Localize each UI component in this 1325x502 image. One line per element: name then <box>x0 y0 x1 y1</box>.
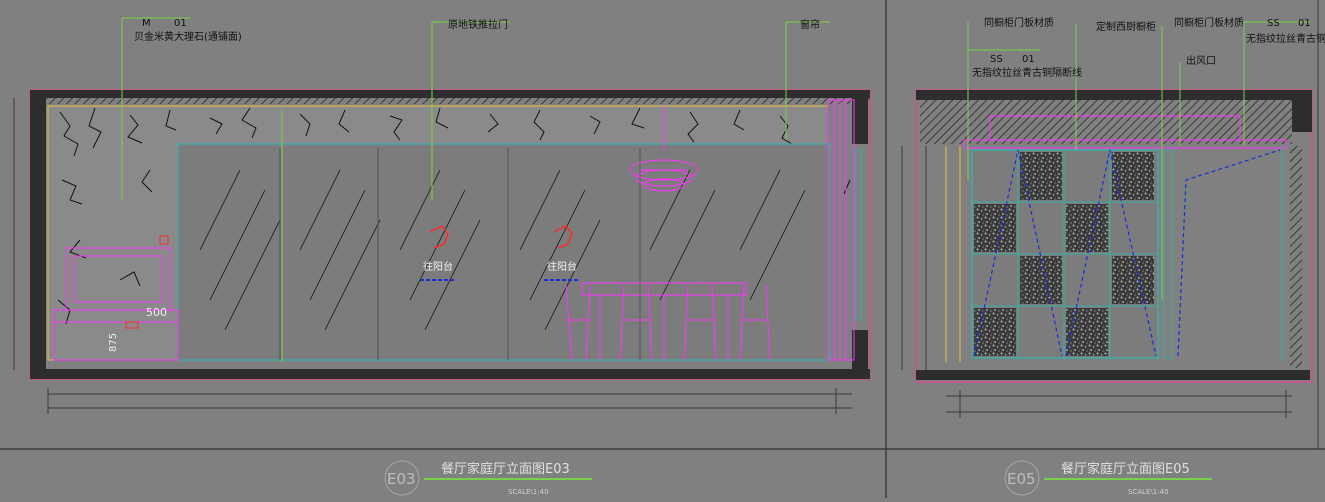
marble-description: 贝金米黄大理石(通铺面) <box>134 30 242 43</box>
sliding-door-label: 原地铁推拉门 <box>448 18 508 31</box>
ss-number-left: 01 <box>1022 54 1035 65</box>
ss-code-right: SS <box>1267 18 1280 29</box>
cabinet-material-note-left: 同橱柜门板材质 <box>984 16 1054 29</box>
arrow-label-1: 往阳台 <box>423 260 453 273</box>
e05-code: E05 <box>1007 470 1036 488</box>
dim-500: 500 <box>146 306 167 319</box>
e03-ceiling-slab <box>30 90 870 98</box>
dim-875: 875 <box>108 333 119 352</box>
ss-description-left: 无指纹拉丝青古铜隔断线 <box>972 66 1082 79</box>
arrow-label-2: 往阳台 <box>547 260 577 273</box>
marble-number: 01 <box>174 18 187 29</box>
e05-top-slab <box>916 90 1310 100</box>
custom-cabinet-note: 定制西厨橱柜 <box>1096 20 1156 33</box>
window-frame <box>854 149 862 321</box>
e05-scale: SCALE\1:40 <box>1128 488 1169 496</box>
e03-left-wall <box>30 98 46 370</box>
ss-description-right: 无指纹拉丝青古铜 <box>1246 32 1325 45</box>
marble-code: M <box>142 18 151 29</box>
title-block-e03: E03 餐厅家庭厅立面图E03 SCALE\1:40 <box>384 460 592 496</box>
e05-right-wall-hatch <box>1290 146 1302 368</box>
title-block-e05: E05 餐厅家庭厅立面图E05 SCALE\1:40 <box>1004 460 1212 496</box>
curtain-label: 窗帘 <box>800 18 820 31</box>
drawing-canvas: 500 875 往阳台 往阳台 M 01 贝金米黄大理石(通铺面) 原地铁推拉门… <box>0 0 1325 498</box>
e03-code: E03 <box>387 470 416 488</box>
sliding-door-frame <box>177 143 831 361</box>
air-vent-label: 出风口 <box>1186 54 1216 67</box>
e05-ceiling-hatch <box>920 100 1292 144</box>
e03-ceiling-hatch <box>30 98 870 104</box>
curtain <box>827 99 855 361</box>
e05-floor-slab <box>916 370 1310 380</box>
e03-dimension <box>47 388 852 414</box>
e03-floor-slab <box>30 369 870 379</box>
ss-number-right: 01 <box>1298 18 1311 29</box>
e05-title: 餐厅家庭厅立面图E05 <box>1061 461 1190 477</box>
e03-scale: SCALE\1:40 <box>508 488 549 496</box>
ss-code-left: SS <box>990 54 1003 65</box>
cabinet-material-note-right: 同橱柜门板材质 <box>1174 16 1244 29</box>
elevation-e05: 同橱柜门板材质 定制西厨橱柜 同橱柜门板材质 SS 01 无指纹拉丝青古铜 SS… <box>901 16 1325 418</box>
cad-drawing-sheet: 500 875 往阳台 往阳台 M 01 贝金米黄大理石(通铺面) 原地铁推拉门… <box>0 0 1325 498</box>
elevation-e03: 500 875 往阳台 往阳台 M 01 贝金米黄大理石(通铺面) 原地铁推拉门… <box>13 17 871 414</box>
e05-right-slab <box>1292 90 1312 132</box>
side-panel <box>1163 149 1173 359</box>
e03-title: 餐厅家庭厅立面图E03 <box>441 461 570 477</box>
